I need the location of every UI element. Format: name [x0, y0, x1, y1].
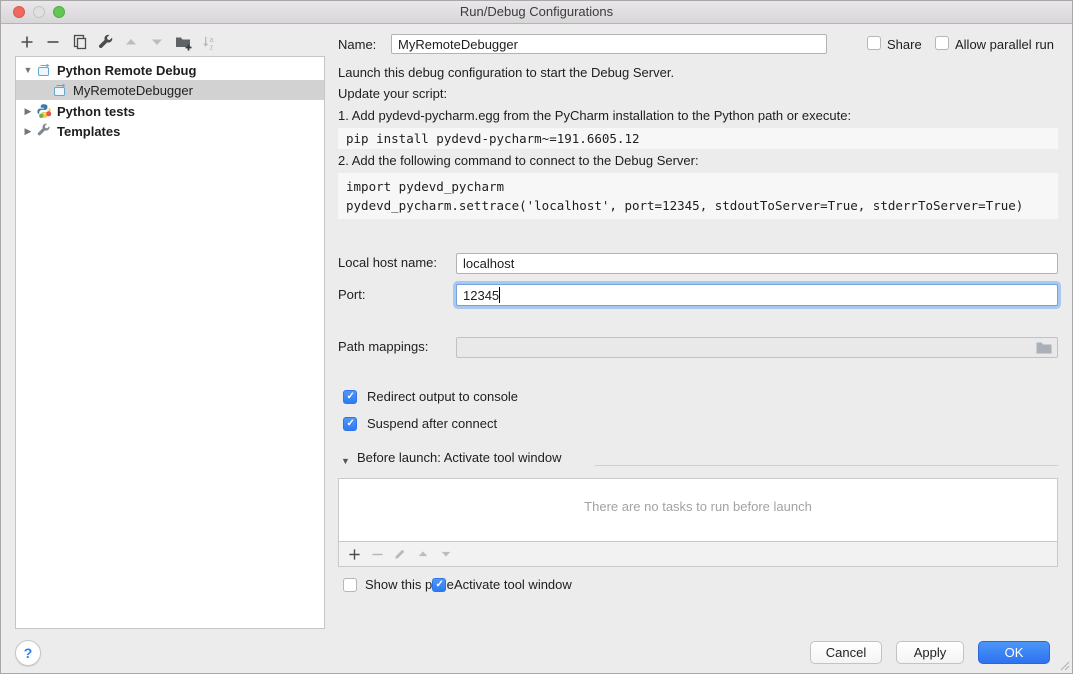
title-bar: Run/Debug Configurations: [1, 1, 1072, 24]
task-list-toolbar: [338, 542, 1058, 567]
local-host-name-input[interactable]: [456, 253, 1058, 274]
copy-icon: [70, 33, 88, 51]
before-launch-task-list: There are no tasks to run before launch: [338, 478, 1058, 542]
pip-install-code: pip install pydevd-pycharm~=191.6605.12: [338, 128, 1058, 149]
move-up-button[interactable]: [119, 31, 143, 53]
before-launch-title: Before launch: Activate tool window: [357, 450, 562, 466]
instruction-line-2: Update your script:: [338, 86, 447, 102]
pencil-icon: [393, 547, 407, 561]
ok-button[interactable]: OK: [978, 641, 1050, 664]
minus-icon: [45, 34, 61, 50]
tree-item-label: Python tests: [57, 104, 135, 119]
remove-configuration-button[interactable]: [41, 31, 65, 53]
instruction-step-1: 1. Add pydevd-pycharm.egg from the PyCha…: [338, 108, 851, 124]
svg-text:z: z: [209, 42, 213, 50]
chevron-collapsed-icon[interactable]: ▶: [22, 126, 34, 137]
python-tests-icon: [36, 103, 52, 119]
window-title: Run/Debug Configurations: [1, 4, 1072, 19]
copy-configuration-button[interactable]: [67, 31, 91, 53]
tree-item-python-tests[interactable]: ▶ Python tests: [16, 101, 324, 121]
show-this-page-checkbox[interactable]: [343, 578, 357, 592]
edit-templates-button[interactable]: [93, 31, 117, 53]
move-task-up-button[interactable]: [416, 547, 430, 561]
help-button[interactable]: ?: [15, 640, 41, 666]
sort-az-icon: az: [201, 34, 218, 51]
arrow-down-icon: [150, 35, 164, 49]
tree-item-python-remote-debug[interactable]: ▼ Python Remote Debug: [16, 60, 324, 80]
resize-grip[interactable]: [1059, 660, 1070, 671]
plus-icon: [19, 34, 35, 50]
apply-button[interactable]: Apply: [896, 641, 964, 664]
suspend-after-connect-label: Suspend after connect: [367, 416, 497, 432]
tree-item-label: Python Remote Debug: [57, 63, 196, 78]
path-mappings-input[interactable]: [456, 337, 1058, 358]
activate-tool-window-checkbox[interactable]: [432, 578, 446, 592]
empty-task-list-text: There are no tasks to run before launch: [339, 499, 1057, 514]
move-down-button[interactable]: [145, 31, 169, 53]
settrace-code-line-1: import pydevd_pycharm: [346, 179, 504, 194]
chevron-expanded-icon[interactable]: ▼: [22, 65, 34, 75]
port-input[interactable]: [456, 284, 1058, 306]
instruction-line-1: Launch this debug configuration to start…: [338, 65, 674, 81]
redirect-output-label: Redirect output to console: [367, 389, 518, 405]
text-cursor: [499, 287, 500, 303]
folder-icon: [1035, 341, 1053, 355]
allow-parallel-run-label: Allow parallel run: [955, 37, 1054, 53]
minus-icon: [371, 548, 384, 561]
activate-tool-window-label: Activate tool window: [454, 577, 572, 593]
remote-debug-icon: [52, 82, 68, 98]
before-launch-collapse-icon[interactable]: ▼: [341, 453, 350, 469]
chevron-collapsed-icon[interactable]: ▶: [22, 106, 34, 117]
path-mappings-label: Path mappings:: [338, 339, 428, 355]
name-input[interactable]: [391, 34, 827, 54]
redirect-output-checkbox[interactable]: [343, 390, 357, 404]
create-folder-button[interactable]: [171, 31, 195, 53]
cancel-button[interactable]: Cancel: [810, 641, 882, 664]
suspend-after-connect-checkbox[interactable]: [343, 417, 357, 431]
tree-item-label: Templates: [57, 124, 120, 139]
run-debug-configurations-dialog: Run/Debug Configurations: [0, 0, 1073, 674]
settrace-code: import pydevd_pycharm pydevd_pycharm.sett…: [338, 173, 1058, 219]
share-label: Share: [887, 37, 922, 53]
section-divider: [595, 465, 1058, 466]
path-mappings-browse-button[interactable]: [1035, 341, 1053, 355]
plus-icon: [348, 548, 361, 561]
allow-parallel-run-checkbox[interactable]: [935, 36, 949, 50]
add-configuration-button[interactable]: [15, 31, 39, 53]
sort-configurations-button[interactable]: az: [197, 31, 221, 53]
arrow-up-icon: [124, 35, 138, 49]
tree-item-myremotedebugger[interactable]: MyRemoteDebugger: [16, 80, 324, 100]
instruction-step-2: 2. Add the following command to connect …: [338, 153, 699, 169]
share-checkbox[interactable]: [867, 36, 881, 50]
wrench-icon: [36, 123, 52, 139]
edit-task-button[interactable]: [393, 547, 407, 561]
tree-item-templates[interactable]: ▶ Templates: [16, 121, 324, 141]
tree-item-label: MyRemoteDebugger: [73, 83, 193, 98]
wrench-icon: [97, 34, 114, 51]
move-task-down-button[interactable]: [439, 547, 453, 561]
configurations-toolbar: az: [15, 31, 221, 53]
name-label: Name:: [338, 37, 376, 53]
folder-plus-icon: [174, 33, 192, 51]
configurations-tree: ▼ Python Remote Debug MyRemoteDebugger ▶…: [15, 56, 325, 629]
port-label: Port:: [338, 287, 365, 303]
remove-task-button[interactable]: [370, 547, 384, 561]
remote-debug-icon: [36, 62, 52, 78]
arrow-down-icon: [440, 548, 452, 560]
add-task-button[interactable]: [347, 547, 361, 561]
settrace-code-line-2: pydevd_pycharm.settrace('localhost', por…: [346, 198, 1023, 213]
arrow-up-icon: [417, 548, 429, 560]
local-host-name-label: Local host name:: [338, 255, 437, 271]
